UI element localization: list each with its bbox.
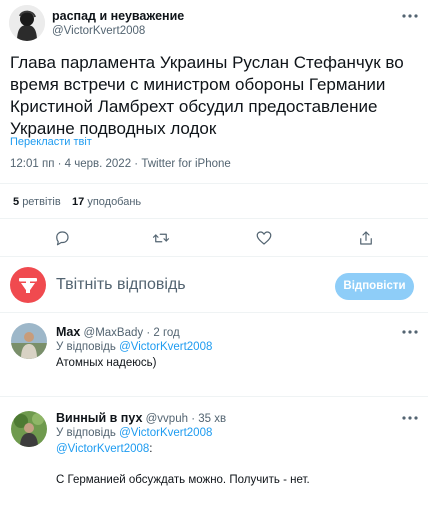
reply-submit-button[interactable]: Відповісти [335,273,414,300]
likes-label: уподобань [87,196,142,208]
reply-text: С Германией обсуждать можно. Получить - … [56,474,310,486]
tweet-text: Глава парламента Украины Руслан Стефанчу… [10,53,404,138]
divider [0,312,428,313]
share-icon[interactable] [357,229,375,247]
reply-mention-line: @VictorKvert2008: [56,443,153,455]
mention-link[interactable]: @VictorKvert2008 [56,443,149,455]
divider [0,396,428,397]
retweets-stat[interactable]: 5 ретвітів [13,196,61,208]
author-handle[interactable]: @VictorKvert2008 [52,25,145,37]
author-name[interactable]: распад и неуважение [52,9,184,23]
reply-author-name[interactable]: Винный в пух [56,411,142,425]
reply-author-handle[interactable]: @vvpuh [146,413,188,425]
retweets-count: 5 [13,196,20,208]
composer-avatar [10,267,46,303]
divider [0,218,428,219]
reply-header: Max @MaxBady · 2 год [56,325,180,339]
reply-author-name[interactable]: Max [56,325,80,339]
replying-to: У відповідь @VictorKvert2008 [56,341,212,353]
likes-stat[interactable]: 17 уподобань [72,196,141,208]
reply-more-options-icon[interactable] [400,410,420,426]
divider [0,256,428,257]
reply-text: Атомных надеюсь) [56,357,157,369]
reply-composer-input[interactable]: Твітніть відповідь [56,276,186,294]
replying-to-handle[interactable]: @VictorKvert2008 [119,427,212,439]
like-icon[interactable] [255,229,273,247]
replying-to-handle[interactable]: @VictorKvert2008 [119,341,212,353]
translate-tweet-link[interactable]: Перекласти твіт [10,136,92,148]
likes-count: 17 [72,196,85,208]
retweets-label: ретвітів [22,196,61,208]
replying-to: У відповідь @VictorKvert2008 [56,427,212,439]
reply-header: Винный в пух @vvpuh · 35 хв [56,411,226,425]
reply-avatar[interactable] [11,411,47,447]
retweet-icon[interactable] [152,229,170,247]
reply-more-options-icon[interactable] [400,324,420,340]
author-avatar[interactable] [9,5,45,41]
replying-to-prefix: У відповідь [56,427,116,439]
divider [0,183,428,184]
reply-avatar[interactable] [11,323,47,359]
tweet-meta: 12:01 пп · 4 черв. 2022 · Twitter for iP… [10,158,231,170]
mention-suffix: : [149,443,153,455]
reply-time[interactable]: · 35 хв [191,413,226,425]
reply-author-handle[interactable]: @MaxBady [84,327,144,339]
replying-to-prefix: У відповідь [56,341,116,353]
more-options-icon[interactable] [400,8,420,24]
reply-icon[interactable] [53,229,71,247]
reply-time[interactable]: · 2 год [146,327,179,339]
